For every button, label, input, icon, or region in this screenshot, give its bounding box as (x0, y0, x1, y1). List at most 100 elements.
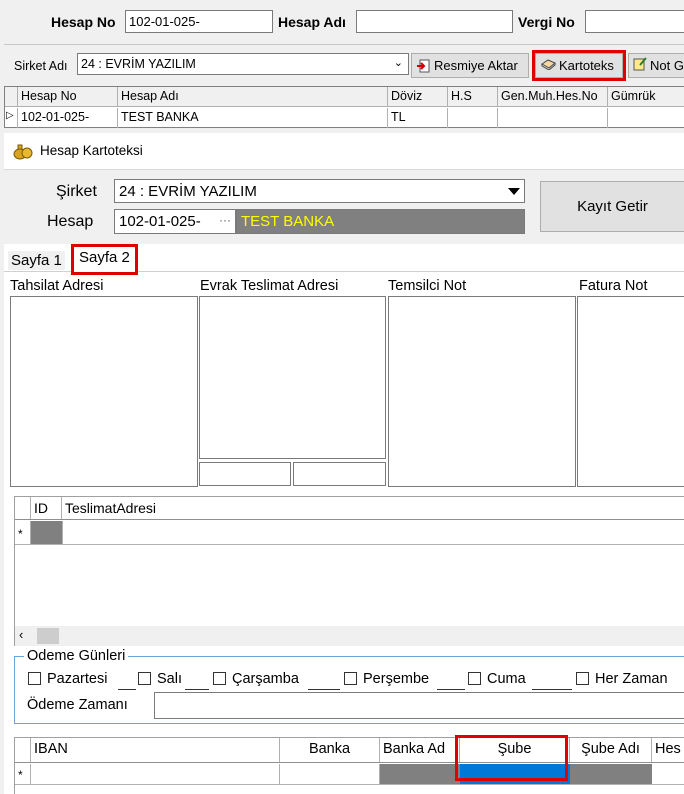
hesap-label: Hesap (47, 213, 94, 230)
col-banka-adi[interactable]: Banka Ad (380, 738, 460, 762)
teslimat-new-row[interactable]: * (15, 521, 684, 545)
checkbox-pazartesi[interactable] (28, 672, 41, 685)
tahsilat-adresi-textarea[interactable] (10, 296, 198, 487)
cell-hs[interactable] (448, 108, 498, 128)
cell-gen-muh-hes-no[interactable] (498, 108, 608, 128)
iban-corner (15, 738, 31, 762)
iban-new-row-marker: * (15, 764, 31, 784)
not-button[interactable]: Not G (628, 53, 684, 78)
sirket-adi-label: Sirket Adı (14, 59, 68, 73)
tahsilat-adresi-label: Tahsilat Adresi (10, 278, 104, 294)
checkbox-cuma[interactable] (468, 672, 481, 685)
sali-underline (185, 689, 209, 690)
sirket-select[interactable]: 24 : EVRİM YAZILIM ⌄ (77, 53, 409, 75)
persembe-underline (437, 689, 465, 690)
fatura-not-textarea[interactable] (577, 296, 684, 487)
cell-divider (62, 521, 63, 544)
kartoteks-sirket-select[interactable]: 24 : EVRİM YAZILIM (114, 179, 525, 203)
iban-grid-header: IBAN Banka Banka Ad Şube Şube Adı Hes (15, 738, 684, 763)
row-pointer-icon: ▷ (5, 108, 18, 128)
col-gumruk[interactable]: Gümrük (608, 87, 684, 106)
sube-highlight (455, 735, 568, 781)
persembe-label: Perşembe (363, 671, 430, 687)
horizontal-scrollbar[interactable]: ‹ (15, 626, 684, 646)
pazartesi-underline (118, 689, 136, 690)
sali-label: Salı (157, 671, 182, 687)
cuma-label: Cuma (487, 671, 526, 687)
her-zaman-label: Her Zaman (595, 671, 668, 687)
odeme-zamani-label: Ödeme Zamanı (27, 697, 128, 713)
ellipsis-button[interactable]: ··· (219, 213, 231, 227)
odeme-zamani-input[interactable] (154, 692, 684, 719)
checkbox-her-zaman[interactable] (576, 672, 589, 685)
col-iban[interactable]: IBAN (31, 738, 280, 762)
cell-gumruk[interactable] (608, 108, 684, 128)
carsamba-label: Çarşamba (232, 671, 299, 687)
accounts-grid: Hesap No Hesap Adı Döviz H.S Gen.Muh.Hes… (4, 86, 684, 128)
evrak-teslimat-label: Evrak Teslimat Adresi (200, 278, 339, 294)
col-doviz[interactable]: Döviz (388, 87, 448, 106)
window-title: Hesap Kartoteksi (40, 143, 143, 158)
export-icon (416, 59, 431, 73)
tab-sayfa-1[interactable]: Sayfa 1 (8, 251, 65, 270)
cell-banka-adi-new (380, 764, 460, 784)
col-teslimat-adresi[interactable]: TeslimatAdresi (62, 497, 684, 519)
pazartesi-label: Pazartesi (47, 671, 108, 687)
iban-new-row[interactable]: * (15, 764, 684, 785)
hesap-no-input[interactable]: 102-01-025- (125, 10, 273, 33)
col-id[interactable]: ID (31, 497, 62, 519)
scrollbar-thumb[interactable] (37, 628, 59, 644)
hesap-adi-input[interactable] (356, 10, 513, 33)
vergi-no-input[interactable] (585, 10, 684, 33)
cell-hesap-adi[interactable]: TEST BANKA (118, 108, 388, 128)
sirket-label: Şirket (56, 183, 97, 200)
kayit-getir-label: Kayıt Getir (577, 198, 648, 215)
teslimat-corner (15, 497, 31, 519)
hesap-adi-label: Hesap Adı (278, 14, 346, 30)
kartoteks-button[interactable]: Kartoteks (532, 50, 626, 81)
cell-sube-adi-new (570, 764, 652, 784)
temsilci-not-textarea[interactable] (388, 296, 576, 487)
cell-hesap-no[interactable]: 102-01-025- (18, 108, 118, 128)
cell-doviz[interactable]: TL (388, 108, 448, 128)
evrak-teslimat-textarea[interactable] (199, 296, 386, 459)
col-hesap-adi[interactable]: Hesap Adı (118, 87, 388, 106)
evrak-field-2[interactable] (293, 462, 386, 486)
note-icon (633, 57, 647, 74)
hesap-no-label: Hesap No (51, 14, 116, 30)
card-file-icon (540, 58, 556, 73)
kartoteks-sirket-value: 24 : EVRİM YAZILIM (119, 183, 257, 200)
col-sube-adi[interactable]: Şube Adı (570, 738, 652, 762)
checkbox-sali[interactable] (138, 672, 151, 685)
hesap-code-value: 102-01-025- (119, 213, 201, 230)
tab-sayfa-2[interactable]: Sayfa 2 (71, 244, 138, 275)
resmiye-aktar-button[interactable]: Resmiye Aktar (411, 53, 529, 78)
odeme-gunleri-title: Odeme Günleri (24, 648, 129, 664)
grid-corner (5, 87, 18, 106)
col-gen-muh-hes-no[interactable]: Gen.Muh.Hes.No (498, 87, 608, 106)
fatura-not-label: Fatura Not (579, 278, 648, 294)
money-bag-icon (13, 142, 33, 163)
hesap-code-input[interactable]: 102-01-025- ··· (114, 209, 236, 234)
col-hs[interactable]: H.S (448, 87, 498, 106)
col-hes[interactable]: Hes (652, 738, 684, 762)
cell-id-new[interactable] (31, 521, 62, 544)
carsamba-underline (308, 689, 340, 690)
dropdown-arrow-icon (508, 188, 520, 195)
kayit-getir-button[interactable]: Kayıt Getir (540, 181, 684, 232)
iban-grid: IBAN Banka Banka Ad Şube Şube Adı Hes * (14, 737, 684, 794)
chevron-down-icon: ⌄ (393, 57, 403, 69)
checkbox-carsamba[interactable] (213, 672, 226, 685)
col-hesap-no[interactable]: Hesap No (18, 87, 118, 106)
vergi-no-label: Vergi No (518, 14, 575, 30)
cell-banka-new[interactable] (280, 764, 380, 784)
window-titlebar: Hesap Kartoteksi (4, 133, 684, 169)
cell-iban-new[interactable] (31, 764, 280, 784)
col-banka[interactable]: Banka (280, 738, 380, 762)
checkbox-persembe[interactable] (344, 672, 357, 685)
table-row[interactable]: ▷ 102-01-025- TEST BANKA TL (5, 108, 684, 128)
not-label: Not G (650, 58, 684, 73)
sirket-select-value: 24 : EVRİM YAZILIM (81, 57, 196, 71)
evrak-field-1[interactable] (199, 462, 291, 486)
scroll-left-icon[interactable]: ‹ (19, 627, 23, 642)
